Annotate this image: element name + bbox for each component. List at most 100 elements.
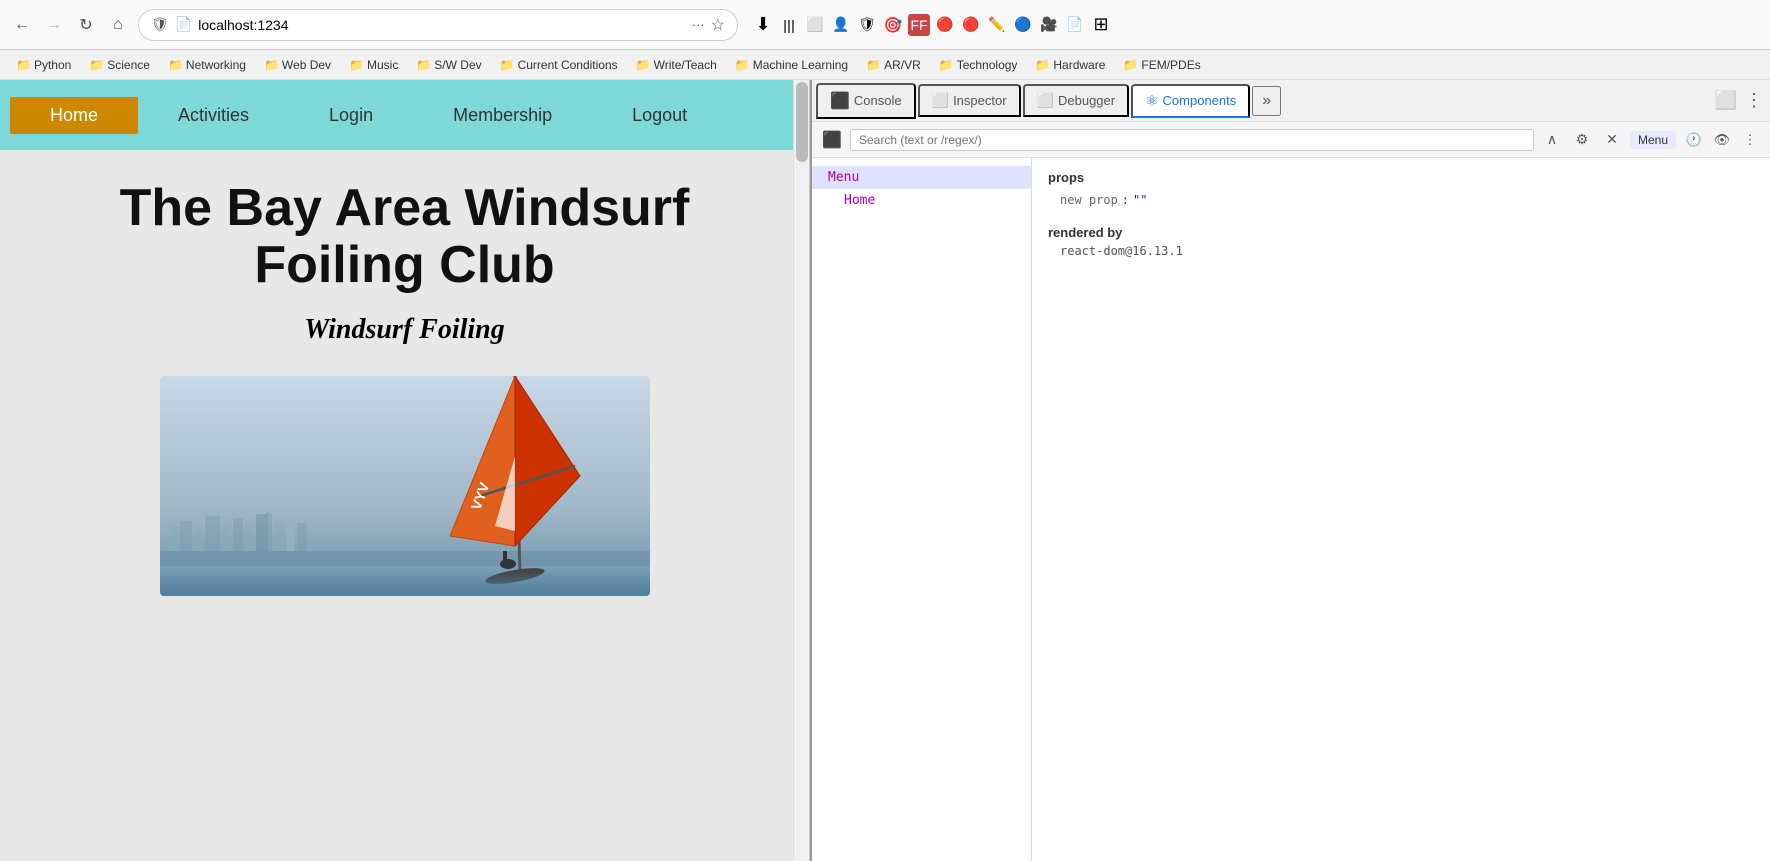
devtools-tabs: ⬛ Console ⬜ Inspector ⬜ Debugger ⚛ Compo… [812,80,1770,122]
nav-membership[interactable]: Membership [413,97,592,134]
bookmarks-bar: 📁 Python 📁 Science 📁 Networking 📁 Web De… [0,50,1770,80]
debugger-icon: ⬜ [1037,92,1054,109]
folder-icon: 📁 [939,58,954,72]
console-tab-label: Inspector [953,93,1006,108]
ext9-icon[interactable]: ⊞ [1090,14,1112,36]
rendered-by-label: rendered by [1048,225,1754,240]
folder-icon: 📁 [866,58,881,72]
ext2-icon[interactable]: FF [908,14,930,36]
folder-icon: 📁 [89,58,104,72]
more-button[interactable]: ··· [692,17,705,32]
devtools-options[interactable]: ⋮ [1742,89,1766,113]
nav-activities[interactable]: Activities [138,97,289,134]
user-ext-icon[interactable]: 👤 [830,14,852,36]
ext7-icon[interactable]: 🎥 [1038,14,1060,36]
close-filter-button[interactable]: ✕ [1600,128,1624,152]
search-expand-button[interactable]: ∧ [1540,128,1564,152]
devtools-toolbar: ⬛ ∧ ⚙ ✕ Menu 🕐 👁 ⋮ [812,122,1770,158]
prop-colon: : [1122,193,1129,207]
bookmark-science[interactable]: 📁 Science [81,56,158,74]
bookmark-networking[interactable]: 📁 Networking [160,56,254,74]
devtools-content: Menu Home props new prop : "" render [812,158,1770,861]
cursor-icon: ⬛ [830,91,850,111]
bookmark-swdev[interactable]: 📁 S/W Dev [408,56,489,74]
time-icon-button[interactable]: 🕐 [1682,128,1706,152]
component-search-input[interactable] [850,129,1534,151]
props-section: props new prop : "" [1048,170,1754,209]
folder-icon: 📁 [500,58,515,72]
more-options-button[interactable]: ⋮ [1738,128,1762,152]
sync-ext-icon[interactable]: ⬜ [804,14,826,36]
bookmark-star-icon[interactable]: ☆ [711,15,725,35]
folder-icon: 📁 [735,58,750,72]
folder-icon: 📁 [1035,58,1050,72]
shield-icon: 🛡 [151,16,169,33]
library-ext-icon[interactable]: ||| [778,14,800,36]
devtools-tab-debugger[interactable]: ⬜ Debugger [1023,84,1130,117]
bookmark-ml[interactable]: 📁 Machine Learning [727,56,856,74]
dock-button[interactable]: ⬜ [1714,89,1738,113]
bookmark-technology[interactable]: 📁 Technology [931,56,1026,74]
download-ext-icon[interactable]: ⬇ [752,14,774,36]
ext5-icon[interactable]: ✏️ [986,14,1008,36]
page-title: The Bay Area Windsurf Foiling Club [40,180,769,294]
ext4-icon[interactable]: 🔴 [960,14,982,36]
bookmark-hardware[interactable]: 📁 Hardware [1027,56,1113,74]
scrollbar-thumb[interactable] [796,82,808,162]
select-element-button[interactable]: ⬛ [820,128,844,152]
bookmark-write-teach[interactable]: 📁 Write/Teach [628,56,725,74]
ext1-icon[interactable]: 🎯 [882,14,904,36]
devtools-tab-components[interactable]: ⚛ Components [1131,84,1250,118]
refresh-button[interactable]: ↻ [72,11,100,39]
selected-component-label: Menu [1630,131,1676,149]
ext8-icon[interactable]: 📄 [1064,14,1086,36]
browser-chrome: ← → ↻ ⌂ 🛡 📄 ··· ☆ ⬇ ||| ⬜ 👤 🛡 🎯 FF 🔴 🔴 ✏… [0,0,1770,80]
visibility-icon-button[interactable]: 👁 [1710,128,1734,152]
component-props: props new prop : "" rendered by react-do… [1032,158,1770,861]
nav-login[interactable]: Login [289,97,413,134]
prop-name: new prop [1060,193,1118,207]
components-tab-label: Components [1163,93,1237,108]
bookmark-python[interactable]: 📁 Python [8,56,79,74]
bookmark-music[interactable]: 📁 Music [341,56,406,74]
windsurfer-image: VYV [160,376,650,596]
extensions-bar: ⬇ ||| ⬜ 👤 🛡 🎯 FF 🔴 🔴 ✏️ 🔵 🎥 📄 ⊞ [744,12,1120,38]
browser-toolbar: ← → ↻ ⌂ 🛡 📄 ··· ☆ ⬇ ||| ⬜ 👤 🛡 🎯 FF 🔴 🔴 ✏… [0,0,1770,50]
scrollbar[interactable] [793,80,809,861]
more-tabs-button[interactable]: » [1252,86,1281,116]
gear-button[interactable]: ⚙ [1570,128,1594,152]
prop-value: "" [1133,193,1147,207]
folder-icon: 📁 [636,58,651,72]
tree-item-home[interactable]: Home [812,189,1031,212]
windsurfer-svg: VYV [420,376,620,586]
page-content: The Bay Area Windsurf Foiling Club Winds… [0,150,809,861]
folder-icon: 📁 [349,58,364,72]
console-icon: ⬜ [932,92,949,109]
ext3-icon[interactable]: 🔴 [934,14,956,36]
forward-button[interactable]: → [40,11,68,39]
url-input[interactable] [198,17,685,33]
nav-logout[interactable]: Logout [592,97,727,134]
bookmark-current-conditions[interactable]: 📁 Current Conditions [492,56,626,74]
rendered-by-value: react-dom@16.13.1 [1048,244,1754,258]
bookmark-webdev[interactable]: 📁 Web Dev [256,56,339,74]
tree-item-menu[interactable]: Menu [812,166,1031,189]
back-button[interactable]: ← [8,11,36,39]
inspector-icons: 🕐 👁 ⋮ [1682,128,1762,152]
page-icon: 📄 [175,16,192,33]
folder-icon: 📁 [16,58,31,72]
debugger-tab-label: Debugger [1058,93,1115,108]
devtools-tab-console[interactable]: ⬜ Inspector [918,84,1021,117]
page-subtitle: Windsurf Foiling [40,314,769,346]
folder-icon: 📁 [416,58,431,72]
folder-icon: 📁 [168,58,183,72]
folder-icon: 📁 [1123,58,1138,72]
nav-home[interactable]: Home [10,97,138,134]
ext6-icon[interactable]: 🔵 [1012,14,1034,36]
devtools-tab-inspector[interactable]: ⬛ Console [816,83,916,119]
home-button[interactable]: ⌂ [104,11,132,39]
bookmark-fem[interactable]: 📁 FEM/PDEs [1115,56,1208,74]
bookmark-arvr[interactable]: 📁 AR/VR [858,56,929,74]
site-nav: Home Activities Login Membership Logout [0,80,809,150]
shield-ext-icon[interactable]: 🛡 [856,14,878,36]
